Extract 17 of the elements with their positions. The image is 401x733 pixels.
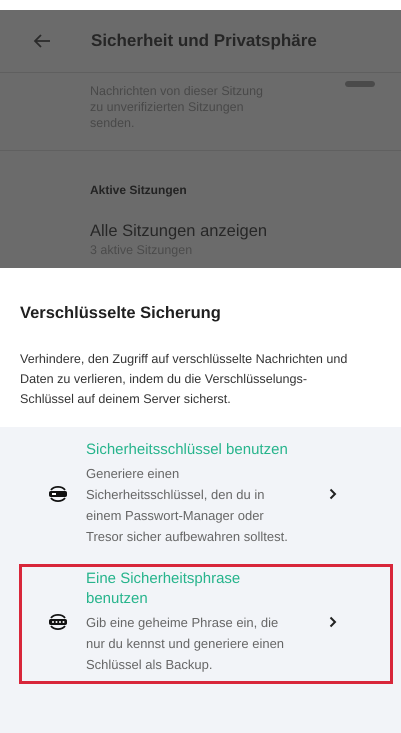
option-description: Generiere einen Sicherheitsschlüssel, den du in einem Passwort-Manager oder Tresor sicher aufbewahren solltest.: [86, 465, 289, 546]
page-title: Sicherheit und Privatsphäre: [91, 31, 317, 51]
section-header: Aktive Sitzungen: [90, 183, 188, 197]
option-description: Gib eine geheime Phrase ein, die nur du kennst und generiere einen Schlüssel als Backup.: [86, 614, 286, 674]
chevron-right-icon: [329, 488, 337, 500]
option-row[interactable]: Eine Sicherheitsphrase benutzen Gib eine geheime Phrase ein, die nur du kennst und generiere einen Schlüssel als Backup.: [19, 564, 393, 684]
key-sync-icon: [48, 484, 68, 504]
toggle-edge-icon: [345, 81, 375, 87]
sessions-title[interactable]: Alle Sitzungen anzeigen: [90, 222, 401, 241]
sheet-title: Verschlüsselte Sicherung: [20, 304, 222, 323]
option-title: Sicherheitsschlüssel benutzen: [86, 440, 289, 460]
option-title: Eine Sicherheitsphrase benutzen: [86, 569, 242, 609]
back-arrow-icon[interactable]: [33, 33, 51, 49]
option-row[interactable]: Sicherheitsschlüssel benutzen Generiere einen Sicherheitsschlüssel, den du in einem Passwort-Manager oder Tresor sicher aufbewahren solltest.: [19, 435, 393, 556]
password-sync-icon: [48, 612, 68, 632]
chevron-right-icon: [329, 616, 337, 628]
sheet-description: Verhindere, den Zugriff auf verschlüsselte Nachrichten und Daten zu verlieren, indem du die Verschlüsselungs-Schlüssel auf deinem Server sicherst.: [20, 351, 348, 408]
